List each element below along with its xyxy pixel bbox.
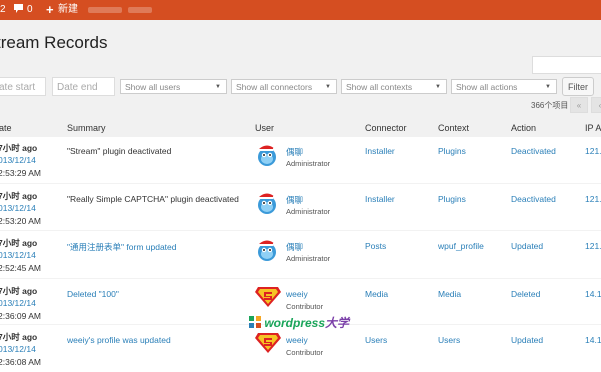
user-link[interactable]: weeiy [286,335,308,345]
action-link[interactable]: Updated [511,241,543,251]
row-divider [0,278,601,279]
date-relative: 7小时 ago [0,332,38,342]
page-title: tream Records [0,33,108,52]
filter-button[interactable]: Filter [562,77,594,96]
column-header-user[interactable]: User [255,123,274,133]
ip-link[interactable]: 14.1 [585,335,601,345]
search-input[interactable] [532,56,601,74]
actions-select[interactable]: Show all actions ▼ [451,79,557,94]
users-select-label: Show all users [125,82,181,92]
dropdown-arrow-icon: ▼ [325,84,331,90]
date-link[interactable]: 013/12/14 [0,344,36,354]
connector-link[interactable]: Installer [365,194,395,204]
prev-page-button[interactable]: ‹ [591,97,601,113]
watermark-icon [249,316,261,328]
updates-count[interactable]: 2 [0,0,6,20]
summary-text[interactable]: Deleted "100" [67,289,119,299]
user-link[interactable]: weeiy [286,289,308,299]
summary-text[interactable]: weeiy's profile was updated [67,335,171,345]
date-start-input[interactable]: ate start [0,77,46,96]
date-relative: 7小时 ago [0,143,38,153]
comments-count[interactable]: 0 [27,0,33,20]
admin-bar: 2 0 + 新建 [0,0,601,20]
user-link[interactable]: 偶聊 [286,194,303,206]
column-header-ip[interactable]: IP A [585,123,601,133]
row-divider [0,230,601,231]
action-link[interactable]: Deactivated [511,146,556,156]
bird-avatar-icon[interactable] [255,191,279,215]
context-link[interactable]: Plugins [438,194,466,204]
ip-link[interactable]: 121. [585,241,601,251]
summary-text: "Really Simple CAPTCHA" plugin deactivat… [67,194,239,204]
first-page-button[interactable]: « [570,97,588,113]
superman-avatar-icon[interactable] [255,286,281,310]
user-link[interactable]: 偶聊 [286,146,303,158]
time-text: 2:36:09 AM [0,311,42,321]
column-header-context[interactable]: Context [438,123,469,133]
user-link[interactable]: 偶聊 [286,241,303,253]
watermark-logo: wordpress大学 [249,314,349,331]
ip-link[interactable]: 121. [585,194,601,204]
summary-text[interactable]: "通用注册表单" form updated [67,241,176,253]
date-relative: 7小时 ago [0,191,38,201]
plus-icon[interactable]: + [46,0,54,20]
column-header-action[interactable]: Action [511,123,536,133]
new-content-link[interactable]: 新建 [58,0,78,20]
user-role: Administrator [286,159,331,168]
dropdown-arrow-icon: ▼ [545,84,551,90]
watermark-text-cjk: 大学 [325,316,350,330]
contexts-select[interactable]: Show all contexts ▼ [341,79,447,94]
dropdown-arrow-icon: ▼ [215,84,221,90]
watermark-text: wordpress [264,316,326,330]
user-role: Administrator [286,254,331,263]
connector-link[interactable]: Users [365,335,387,345]
column-header-summary[interactable]: Summary [67,123,106,133]
connectors-select-label: Show all connectors [236,82,313,92]
user-role: Contributor [286,348,324,357]
blurred-menu-item[interactable] [128,7,152,13]
date-end-input[interactable]: Date end [52,77,115,96]
blurred-menu-item[interactable] [88,7,122,13]
date-relative: 7小时 ago [0,238,38,248]
context-link[interactable]: wpuf_profile [438,241,484,251]
column-header-connector[interactable]: Connector [365,123,407,133]
comment-icon[interactable] [14,0,23,20]
bird-avatar-icon[interactable] [255,143,279,167]
summary-text: "Stream" plugin deactivated [67,146,172,156]
context-link[interactable]: Plugins [438,146,466,156]
user-role: Administrator [286,207,331,216]
date-relative: 7小时 ago [0,286,38,296]
item-count: 366个项目 [531,101,569,110]
time-text: 2:53:20 AM [0,216,42,226]
row-divider [0,183,601,184]
bird-avatar-icon[interactable] [255,238,279,262]
context-link[interactable]: Users [438,335,460,345]
date-link[interactable]: 013/12/14 [0,250,36,260]
dropdown-arrow-icon: ▼ [435,84,441,90]
users-select[interactable]: Show all users ▼ [120,79,227,94]
connectors-select[interactable]: Show all connectors ▼ [231,79,337,94]
user-role: Contributor [286,302,324,311]
context-link[interactable]: Media [438,289,461,299]
column-header-date[interactable]: ate [0,123,12,133]
action-link[interactable]: Updated [511,335,543,345]
ip-link[interactable]: 14.1 [585,289,601,299]
time-text: 2:52:45 AM [0,263,42,273]
time-text: 2:36:08 AM [0,357,42,367]
date-link[interactable]: 013/12/14 [0,203,36,213]
connector-link[interactable]: Posts [365,241,386,251]
connector-link[interactable]: Media [365,289,388,299]
date-link[interactable]: 013/12/14 [0,298,36,308]
actions-select-label: Show all actions [456,82,518,92]
date-link[interactable]: 013/12/14 [0,155,36,165]
action-link[interactable]: Deactivated [511,194,556,204]
contexts-select-label: Show all contexts [346,82,413,92]
ip-link[interactable]: 121. [585,146,601,156]
time-text: 2:53:29 AM [0,168,42,178]
action-link[interactable]: Deleted [511,289,540,299]
superman-avatar-icon[interactable] [255,332,281,356]
connector-link[interactable]: Installer [365,146,395,156]
